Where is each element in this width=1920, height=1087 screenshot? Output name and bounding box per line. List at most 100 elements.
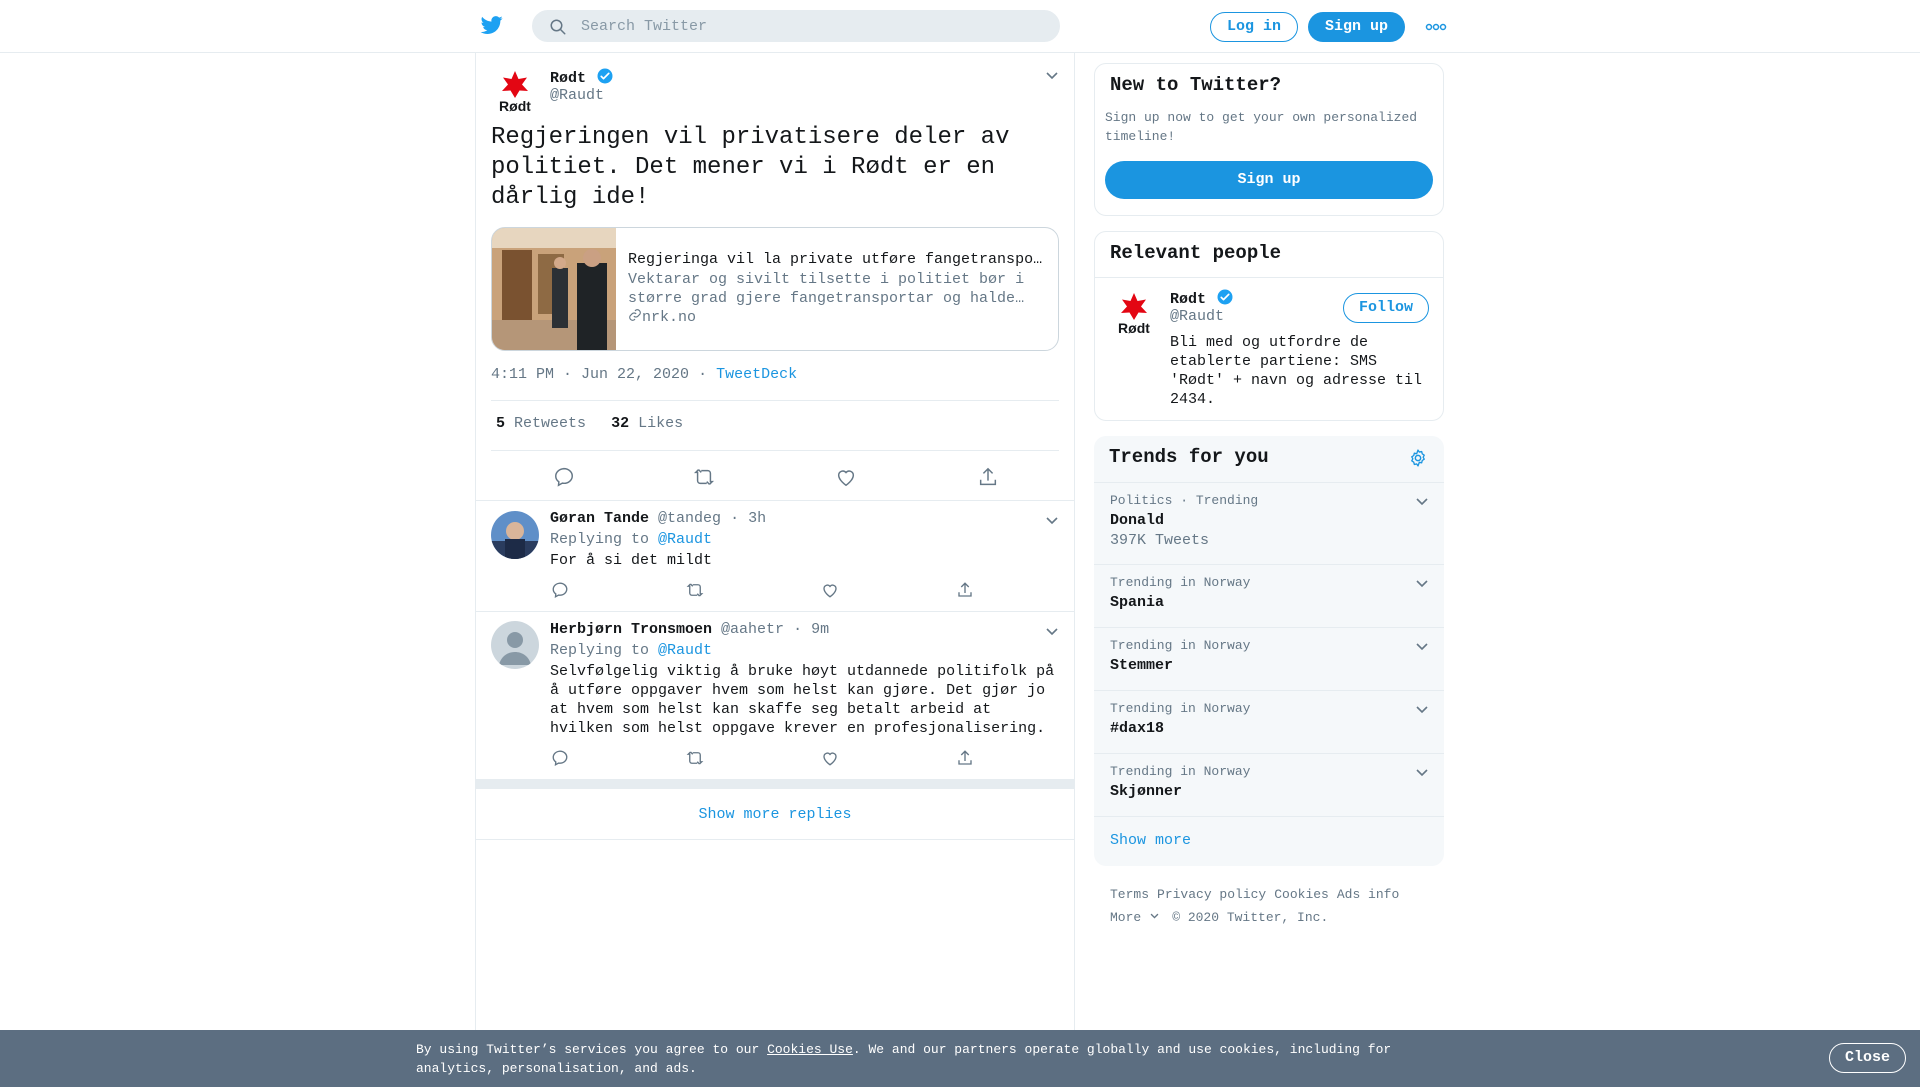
divider	[476, 500, 1074, 501]
search-box[interactable]	[532, 10, 1060, 42]
person-handle[interactable]: @Raudt	[1170, 308, 1224, 325]
card-description: Vektarar og sivilt tilsette i politiet b…	[628, 271, 1025, 307]
footer-links: Terms Privacy policy Cookies Ads info More ©…	[1110, 883, 1440, 929]
show-more-replies-button[interactable]: Show more replies	[476, 789, 1074, 840]
author-name-row[interactable]: Rødt	[550, 67, 614, 87]
chevron-down-icon[interactable]	[1044, 623, 1060, 639]
author-handle[interactable]: @Raudt	[550, 87, 604, 104]
reply-icon[interactable]	[551, 581, 569, 599]
copyright: © 2020 Twitter, Inc.	[1172, 910, 1329, 925]
tweet-timestamp[interactable]: 4:11 PM · Jun 22, 2020	[491, 366, 689, 383]
trend-item[interactable]: Trending in Norway Skjønner	[1094, 753, 1444, 816]
like-icon[interactable]	[821, 749, 839, 767]
search-icon	[550, 19, 566, 35]
footer-cookies-link[interactable]: Cookies	[1274, 887, 1329, 902]
footer-ads-link[interactable]: Ads info	[1337, 887, 1399, 902]
person-name[interactable]: Rødt	[1170, 291, 1206, 308]
replying-to: Replying to @Raudt	[550, 642, 713, 659]
tweet-source-link[interactable]: TweetDeck	[716, 366, 797, 383]
trend-item[interactable]: Trending in Norway Spania	[1094, 564, 1444, 627]
link-card[interactable]: Regjeringa vil la private utføre fangetr…	[491, 227, 1059, 351]
chevron-down-icon[interactable]	[1414, 493, 1430, 509]
retweet-icon[interactable]	[693, 466, 715, 488]
reply-time[interactable]: · 3h	[730, 510, 766, 527]
verified-badge-icon	[597, 68, 613, 84]
reply-avatar[interactable]	[491, 621, 539, 669]
divider	[491, 400, 1059, 401]
reply-author-name[interactable]: Gøran Tande	[550, 510, 649, 527]
like-icon[interactable]	[835, 466, 857, 488]
more-dots-icon[interactable]	[1425, 18, 1447, 36]
new-to-twitter-text: Sign up now to get your own personalized…	[1105, 110, 1418, 144]
user-photo	[491, 511, 539, 559]
footer-more-link[interactable]: More	[1110, 910, 1160, 925]
share-icon[interactable]	[977, 466, 999, 488]
cookie-text: By using Twitter’s services you agree to…	[416, 1042, 1392, 1076]
reply-author-name[interactable]: Herbjørn Tronsmoen	[550, 621, 712, 638]
author-name[interactable]: Rødt	[550, 70, 586, 87]
main-column: Rødt Rødt @Raudt Regjeringen vil privati…	[475, 53, 1075, 1087]
verified-badge-icon	[1217, 289, 1233, 305]
rodt-logo-icon: Rødt	[499, 71, 531, 114]
replying-to: Replying to @Raudt	[550, 531, 713, 548]
card-title[interactable]: Regjeringa vil la private utføre fangetr…	[628, 251, 1048, 268]
author-avatar[interactable]: Rødt	[491, 68, 539, 116]
chevron-down-icon[interactable]	[1414, 638, 1430, 654]
person-avatar[interactable]: Rødt	[1110, 290, 1158, 338]
tweet-text: Regjeringen vil privatisere deler av pol…	[491, 124, 1010, 211]
replying-to-link[interactable]: @Raudt	[658, 642, 712, 659]
footer-privacy-link[interactable]: Privacy policy	[1157, 887, 1266, 902]
reply-author-handle[interactable]: @aahetr	[721, 621, 784, 638]
trend-item[interactable]: Trending in Norway Stemmer	[1094, 627, 1444, 690]
chevron-down-icon[interactable]	[1414, 575, 1430, 591]
follow-button[interactable]: Follow	[1343, 293, 1429, 323]
trends-show-more[interactable]: Show more	[1094, 816, 1444, 866]
chevron-down-icon[interactable]	[1044, 512, 1060, 528]
svg-text:Rødt: Rødt	[499, 98, 531, 114]
card-image	[492, 228, 616, 350]
divider	[491, 450, 1059, 451]
share-icon[interactable]	[956, 581, 974, 599]
retweet-icon[interactable]	[686, 749, 704, 767]
reply-icon[interactable]	[551, 749, 569, 767]
cookie-close-button[interactable]: Close	[1829, 1043, 1906, 1073]
search-input[interactable]	[581, 11, 1041, 41]
cookies-use-link[interactable]: Cookies Use	[767, 1042, 853, 1057]
reply-avatar[interactable]	[491, 511, 539, 559]
like-icon[interactable]	[821, 581, 839, 599]
link-icon	[629, 309, 641, 321]
new-to-twitter-title: New to Twitter?	[1110, 74, 1282, 96]
cookie-banner: By using Twitter’s services you agree to…	[0, 1030, 1920, 1087]
twitter-bird-icon[interactable]	[479, 14, 505, 36]
sidebar-signup-button[interactable]: Sign up	[1105, 161, 1433, 199]
rodt-logo-icon: Rødt	[1118, 293, 1150, 336]
trend-item[interactable]: Trending in Norway #dax18	[1094, 690, 1444, 753]
chevron-down-icon[interactable]	[1414, 764, 1430, 780]
reply-icon[interactable]	[553, 466, 575, 488]
tweet-meta: 4:11 PM · Jun 22, 2020 · TweetDeck	[491, 366, 798, 383]
top-header: Log in Sign up	[0, 0, 1920, 53]
share-icon[interactable]	[956, 749, 974, 767]
login-button[interactable]: Log in	[1210, 12, 1298, 42]
retweets-stat[interactable]: 5 Retweets	[496, 415, 586, 432]
relevant-people-box: Relevant people Rødt Rødt @Raudt Follow …	[1094, 231, 1444, 421]
gear-icon[interactable]	[1408, 448, 1428, 468]
person-name-row[interactable]: Rødt	[1170, 288, 1234, 308]
tweet-stats: 5 Retweets 32 Likes	[496, 415, 683, 432]
divider	[476, 611, 1074, 612]
reply-header: Gøran Tande @tandeg · 3h	[550, 510, 766, 527]
reply-author-handle[interactable]: @tandeg	[658, 510, 721, 527]
footer-terms-link[interactable]: Terms	[1110, 887, 1149, 902]
reply-time[interactable]: · 9m	[793, 621, 829, 638]
trends-title: Trends for you	[1109, 446, 1269, 468]
chevron-down-icon[interactable]	[1044, 67, 1060, 83]
card-domain: nrk.no	[628, 308, 696, 326]
retweet-icon[interactable]	[686, 581, 704, 599]
likes-stat[interactable]: 32 Likes	[611, 415, 683, 432]
trend-item[interactable]: Politics · Trending Donald 397K Tweets	[1094, 482, 1444, 565]
signup-button[interactable]: Sign up	[1308, 12, 1405, 42]
relevant-people-title: Relevant people	[1110, 242, 1282, 264]
svg-text:Rødt: Rødt	[1118, 320, 1150, 336]
replying-to-link[interactable]: @Raudt	[658, 531, 712, 548]
chevron-down-icon[interactable]	[1414, 701, 1430, 717]
